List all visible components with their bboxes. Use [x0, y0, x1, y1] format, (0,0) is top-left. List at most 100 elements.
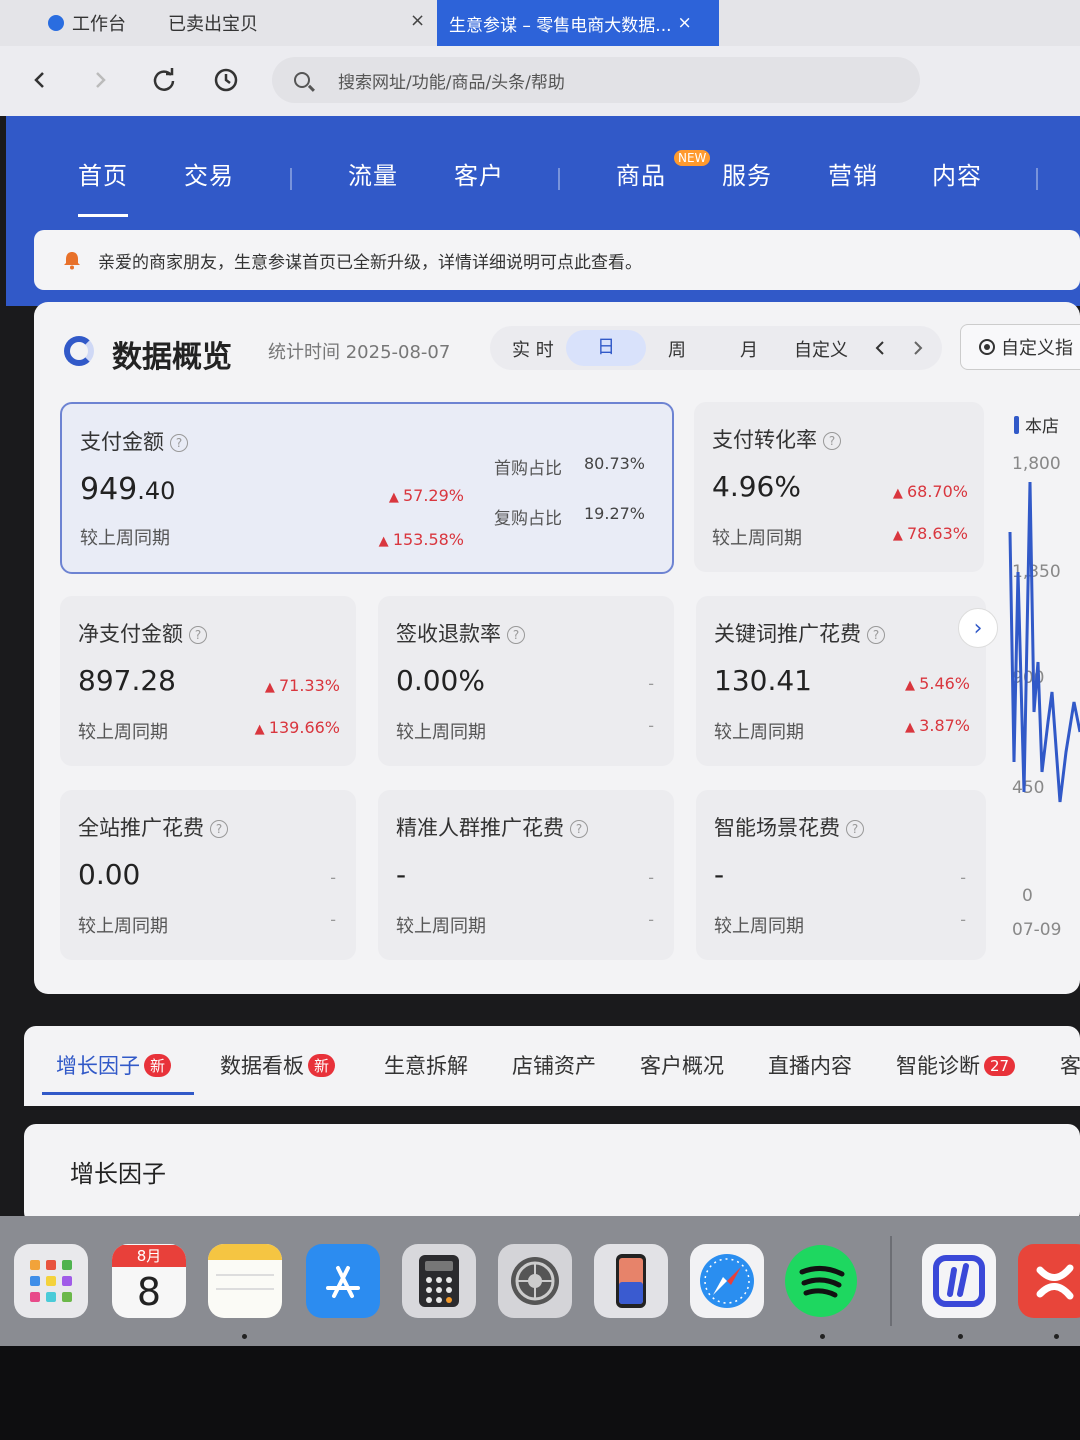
trend-series-line — [1008, 481, 1080, 803]
metric-card-keyword-ad-spend[interactable]: 关键词推广花费? 130.41 较上周同期 5.46% 3.87% — [696, 596, 986, 766]
metric-name-text: 支付金额 — [80, 430, 164, 454]
metric-card-conversion-rate[interactable]: 支付转化率? 4.96% 较上周同期 68.70% 78.63% — [694, 402, 984, 572]
help-icon[interactable]: ? — [170, 434, 188, 452]
analysis-tabs: 增长因子新 数据看板新 生意拆解 店铺资产 客户概况 直播内容 智能诊断 27 客 — [24, 1026, 1080, 1106]
upgrade-notice[interactable]: 亲爱的商家朋友，生意参谋首页已全新升级，详情详细说明可点此查看。 — [34, 230, 1080, 290]
forward-button[interactable] — [84, 64, 116, 96]
address-bar[interactable]: 搜索网址/功能/商品/头条/帮助 — [272, 57, 920, 103]
help-icon[interactable]: ? — [189, 626, 207, 644]
metric-name-text: 支付转化率 — [712, 428, 817, 452]
data-overview-panel: 数据概览 统计时间 2025-08-07 实 时 日 周 月 自定义 自定义指 … — [34, 302, 1080, 994]
legend-swatch — [1014, 415, 1019, 434]
back-button[interactable] — [24, 64, 56, 96]
app-store-icon[interactable] — [306, 1244, 380, 1318]
tab-data-board[interactable]: 数据看板新 — [220, 1050, 336, 1080]
delta-up: 71.33% — [265, 676, 340, 695]
nav-trade[interactable]: 交易 — [184, 156, 234, 191]
nav-content[interactable]: 内容 — [932, 156, 982, 191]
app-icon[interactable] — [1018, 1244, 1080, 1318]
safari-icon[interactable] — [690, 1244, 764, 1318]
metric-value: - — [714, 858, 725, 891]
y-tick: 0 — [1022, 886, 1033, 906]
period-week[interactable]: 周 — [668, 336, 686, 362]
calculator-icon[interactable] — [402, 1244, 476, 1318]
system-settings-icon[interactable] — [498, 1244, 572, 1318]
active-nav-underline — [78, 214, 128, 217]
metric-name: 支付转化率? — [712, 424, 841, 454]
help-icon[interactable]: ? — [823, 432, 841, 450]
metric-card-payment-amount[interactable]: 支付金额? 949.40 较上周同期 57.29% 153.58% 首购占比 8… — [60, 402, 674, 574]
nav-service[interactable]: 服务 — [722, 156, 772, 191]
tab-label: 工作台 — [72, 14, 126, 35]
period-month[interactable]: 月 — [740, 336, 758, 362]
reload-button[interactable] — [148, 64, 180, 96]
metric-card-smart-scene-spend[interactable]: 智能场景花费? - 较上周同期 - - — [696, 790, 986, 960]
calendar-icon[interactable]: 8月 8 — [112, 1244, 186, 1318]
compare-label: 较上周同期 — [396, 722, 486, 743]
history-button[interactable] — [210, 64, 242, 96]
close-tab-icon[interactable]: × — [410, 10, 425, 31]
close-tab-icon[interactable]: × — [678, 13, 692, 33]
metric-card-audience-ad-spend[interactable]: 精准人群推广花费? - 较上周同期 - - — [378, 790, 674, 960]
repurchase-label: 复购占比 — [494, 509, 562, 529]
help-icon[interactable]: ? — [846, 820, 864, 838]
metric-value: - — [396, 858, 407, 891]
metric-name: 关键词推广花费? — [714, 618, 885, 648]
clock-icon — [214, 68, 238, 92]
compare-label: 较上周同期 — [78, 722, 168, 743]
help-icon[interactable]: ? — [210, 820, 228, 838]
trend-line-chart — [1008, 481, 1080, 803]
help-icon[interactable]: ? — [507, 626, 525, 644]
tab-workbench[interactable]: 工作台 — [48, 0, 126, 46]
tab-live-content[interactable]: 直播内容 — [768, 1050, 852, 1080]
tab-store-assets[interactable]: 店铺资产 — [512, 1050, 596, 1080]
main-nav: 首页 交易 流量 客户 商品 NEW 服务 营销 内容 — [6, 150, 1080, 217]
tab-growth-factor[interactable]: 增长因子新 — [56, 1050, 172, 1080]
metric-name: 签收退款率? — [396, 618, 525, 648]
tab-business-advisor[interactable]: 生意参谋 – 零售电商大数据... × — [437, 0, 719, 46]
growth-factor-section: 增长因子 — [24, 1124, 1080, 1224]
active-tab-underline — [42, 1092, 194, 1095]
metric-card-refund-rate[interactable]: 签收退款率? 0.00% 较上周同期 - - — [378, 596, 674, 766]
qianniu-icon[interactable] — [922, 1244, 996, 1318]
help-icon[interactable]: ? — [570, 820, 588, 838]
cards-next-button[interactable]: › — [958, 608, 998, 648]
period-custom[interactable]: 自定义 — [794, 336, 848, 362]
delta-up: 57.29% — [389, 486, 464, 505]
tab-smart-diagnosis[interactable]: 智能诊断 27 — [896, 1050, 1016, 1080]
period-day[interactable]: 日 — [566, 330, 646, 366]
metric-card-net-payment[interactable]: 净支付金额? 897.28 较上周同期 71.33% 139.66% — [60, 596, 356, 766]
tab-customer-overview[interactable]: 客户概况 — [640, 1050, 724, 1080]
first-purchase-value: 80.73% — [584, 454, 646, 473]
iphone-mirroring-icon[interactable] — [594, 1244, 668, 1318]
period-realtime[interactable]: 实 时 — [512, 336, 554, 362]
custom-metric-button[interactable]: 自定义指 — [960, 324, 1080, 370]
nav-customer[interactable]: 客户 — [454, 156, 504, 191]
tab-customer-more[interactable]: 客 — [1060, 1050, 1080, 1080]
metric-name: 精准人群推广花费? — [396, 812, 588, 842]
value-decimal: .40 — [137, 477, 176, 505]
notes-icon[interactable] — [208, 1244, 282, 1318]
nav-traffic[interactable]: 流量 — [348, 156, 398, 191]
delta-empty: - — [648, 910, 654, 929]
nav-product[interactable]: 商品 — [616, 156, 666, 191]
help-icon[interactable]: ? — [867, 626, 885, 644]
running-indicator — [242, 1334, 247, 1339]
metric-name: 全站推广花费? — [78, 812, 228, 842]
spotify-icon[interactable] — [784, 1244, 858, 1318]
nav-marketing[interactable]: 营销 — [828, 156, 878, 191]
metric-card-site-ad-spend[interactable]: 全站推广花费? 0.00 较上周同期 - - — [60, 790, 356, 960]
chevron-right-icon[interactable] — [910, 339, 926, 357]
stat-time: 统计时间 2025-08-07 — [268, 342, 451, 363]
chevron-left-icon[interactable] — [872, 339, 888, 357]
launchpad-icon[interactable] — [14, 1244, 88, 1318]
nav-home[interactable]: 首页 — [78, 156, 128, 191]
tab-label: 已卖出宝贝 — [168, 14, 258, 35]
calendar-day: 8 — [136, 1270, 162, 1314]
workbench-icon — [48, 15, 64, 31]
running-indicator — [1054, 1334, 1059, 1339]
tab-sold-items[interactable]: 已卖出宝贝 — [168, 0, 258, 46]
tab-business-breakdown[interactable]: 生意拆解 — [384, 1050, 468, 1080]
metric-name: 支付金额? — [80, 426, 188, 456]
browser-toolbar: 搜索网址/功能/商品/头条/帮助 — [0, 46, 1080, 116]
